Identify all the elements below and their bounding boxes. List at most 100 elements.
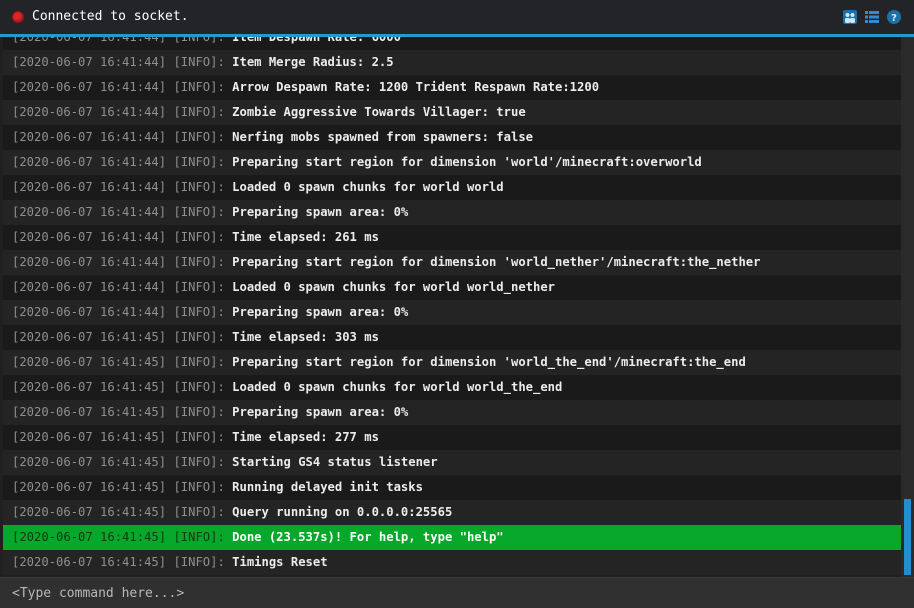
- log-timestamp: [2020-06-07 16:41:44]: [12, 280, 167, 294]
- log-line: [2020-06-07 16:41:45] [INFO]: Timings Re…: [3, 550, 901, 575]
- log-message: Query running on 0.0.0.0:25565: [232, 505, 453, 519]
- log-timestamp: [2020-06-07 16:41:44]: [12, 130, 167, 144]
- console-output[interactable]: [2020-06-07 16:41:44] [INFO]: Item Despa…: [3, 37, 901, 577]
- log-message: Preparing spawn area: 0%: [232, 305, 409, 319]
- connection-status-icon: [13, 12, 23, 22]
- log-timestamp: [2020-06-07 16:41:45]: [12, 330, 167, 344]
- log-line-highlight: [2020-06-07 16:41:45] [INFO]: Done (23.5…: [3, 525, 901, 550]
- log-line: [2020-06-07 16:41:44] [INFO]: Preparing …: [3, 200, 901, 225]
- log-message: Running delayed init tasks: [232, 480, 423, 494]
- log-timestamp: [2020-06-07 16:41:45]: [12, 430, 167, 444]
- log-line: [2020-06-07 16:41:44] [INFO]: Preparing …: [3, 300, 901, 325]
- command-input[interactable]: [0, 578, 914, 608]
- log-timestamp: [2020-06-07 16:41:45]: [12, 505, 167, 519]
- log-level: [INFO]:: [173, 455, 225, 469]
- log-message: Item Despawn Rate: 6000: [232, 37, 401, 44]
- header-bar: Connected to socket. ?: [0, 0, 914, 37]
- log-message: Nerfing mobs spawned from spawners: fals…: [232, 130, 533, 144]
- log-line: [2020-06-07 16:41:45] [INFO]: Preparing …: [3, 400, 901, 425]
- log-message: Preparing start region for dimension 'wo…: [232, 355, 746, 369]
- log-line: [2020-06-07 16:41:45] [INFO]: Query runn…: [3, 500, 901, 525]
- log-message: Time elapsed: 303 ms: [232, 330, 379, 344]
- log-line: [2020-06-07 16:41:45] [INFO]: Time elaps…: [3, 325, 901, 350]
- log-message: Done (23.537s)! For help, type "help": [232, 530, 504, 544]
- svg-text:?: ?: [891, 13, 897, 24]
- log-message: Preparing start region for dimension 'wo…: [232, 255, 761, 269]
- log-timestamp: [2020-06-07 16:41:45]: [12, 555, 167, 569]
- console-lines: [2020-06-07 16:41:44] [INFO]: Item Despa…: [3, 37, 901, 575]
- log-line: [2020-06-07 16:41:45] [INFO]: Time elaps…: [3, 425, 901, 450]
- log-level: [INFO]:: [173, 480, 225, 494]
- log-line: [2020-06-07 16:41:44] [INFO]: Item Despa…: [3, 37, 901, 50]
- log-message: Preparing spawn area: 0%: [232, 205, 409, 219]
- log-line: [2020-06-07 16:41:44] [INFO]: Nerfing mo…: [3, 125, 901, 150]
- log-level: [INFO]:: [173, 405, 225, 419]
- log-timestamp: [2020-06-07 16:41:45]: [12, 480, 167, 494]
- log-timestamp: [2020-06-07 16:41:44]: [12, 305, 167, 319]
- list-icon[interactable]: [864, 9, 880, 25]
- log-timestamp: [2020-06-07 16:41:45]: [12, 380, 167, 394]
- log-line: [2020-06-07 16:41:44] [INFO]: Loaded 0 s…: [3, 175, 901, 200]
- log-level: [INFO]:: [173, 205, 225, 219]
- log-level: [INFO]:: [173, 505, 225, 519]
- log-message: Loaded 0 spawn chunks for world world_th…: [232, 380, 563, 394]
- log-timestamp: [2020-06-07 16:41:45]: [12, 355, 167, 369]
- log-timestamp: [2020-06-07 16:41:44]: [12, 255, 167, 269]
- log-level: [INFO]:: [173, 105, 225, 119]
- log-message: Zombie Aggressive Towards Villager: true: [232, 105, 526, 119]
- log-line: [2020-06-07 16:41:44] [INFO]: Time elaps…: [3, 225, 901, 250]
- header-actions: ?: [842, 9, 902, 25]
- log-line: [2020-06-07 16:41:44] [INFO]: Preparing …: [3, 250, 901, 275]
- log-line: [2020-06-07 16:41:44] [INFO]: Loaded 0 s…: [3, 275, 901, 300]
- log-level: [INFO]:: [173, 155, 225, 169]
- log-level: [INFO]:: [173, 530, 225, 544]
- log-level: [INFO]:: [173, 37, 225, 44]
- log-level: [INFO]:: [173, 355, 225, 369]
- log-message: Time elapsed: 261 ms: [232, 230, 379, 244]
- log-timestamp: [2020-06-07 16:41:44]: [12, 180, 167, 194]
- log-line: [2020-06-07 16:41:45] [INFO]: Starting G…: [3, 450, 901, 475]
- log-line: [2020-06-07 16:41:44] [INFO]: Preparing …: [3, 150, 901, 175]
- log-level: [INFO]:: [173, 555, 225, 569]
- log-level: [INFO]:: [173, 130, 225, 144]
- help-icon[interactable]: ?: [886, 9, 902, 25]
- log-line: [2020-06-07 16:41:44] [INFO]: Arrow Desp…: [3, 75, 901, 100]
- log-message: Starting GS4 status listener: [232, 455, 438, 469]
- log-timestamp: [2020-06-07 16:41:45]: [12, 530, 167, 544]
- log-level: [INFO]:: [173, 330, 225, 344]
- log-line: [2020-06-07 16:41:44] [INFO]: Item Merge…: [3, 50, 901, 75]
- scrollbar-thumb[interactable]: [904, 499, 911, 575]
- connection-status-text: Connected to socket.: [32, 9, 189, 24]
- log-timestamp: [2020-06-07 16:41:44]: [12, 155, 167, 169]
- log-message: Preparing spawn area: 0%: [232, 405, 409, 419]
- log-message: Timings Reset: [232, 555, 328, 569]
- log-message: Loaded 0 spawn chunks for world world_ne…: [232, 280, 556, 294]
- log-timestamp: [2020-06-07 16:41:44]: [12, 230, 167, 244]
- log-level: [INFO]:: [173, 280, 225, 294]
- console-scrollbar[interactable]: [901, 37, 914, 577]
- log-timestamp: [2020-06-07 16:41:44]: [12, 37, 167, 44]
- log-level: [INFO]:: [173, 55, 225, 69]
- log-level: [INFO]:: [173, 305, 225, 319]
- users-icon[interactable]: [842, 9, 858, 25]
- log-level: [INFO]:: [173, 180, 225, 194]
- log-line: [2020-06-07 16:41:45] [INFO]: Preparing …: [3, 350, 901, 375]
- log-message: Time elapsed: 277 ms: [232, 430, 379, 444]
- console-window: Connected to socket. ? [2020-06-07 16:41…: [0, 0, 914, 608]
- log-line: [2020-06-07 16:41:45] [INFO]: Running de…: [3, 475, 901, 500]
- log-message: Arrow Despawn Rate: 1200 Trident Respawn…: [232, 80, 600, 94]
- log-line: [2020-06-07 16:41:45] [INFO]: Loaded 0 s…: [3, 375, 901, 400]
- log-level: [INFO]:: [173, 255, 225, 269]
- log-timestamp: [2020-06-07 16:41:45]: [12, 455, 167, 469]
- log-timestamp: [2020-06-07 16:41:44]: [12, 80, 167, 94]
- log-timestamp: [2020-06-07 16:41:44]: [12, 55, 167, 69]
- log-level: [INFO]:: [173, 380, 225, 394]
- log-message: Item Merge Radius: 2.5: [232, 55, 394, 69]
- log-timestamp: [2020-06-07 16:41:44]: [12, 205, 167, 219]
- command-bar: [0, 577, 914, 608]
- log-timestamp: [2020-06-07 16:41:44]: [12, 105, 167, 119]
- log-message: Loaded 0 spawn chunks for world world: [232, 180, 504, 194]
- log-line: [2020-06-07 16:41:44] [INFO]: Zombie Agg…: [3, 100, 901, 125]
- log-level: [INFO]:: [173, 430, 225, 444]
- log-level: [INFO]:: [173, 230, 225, 244]
